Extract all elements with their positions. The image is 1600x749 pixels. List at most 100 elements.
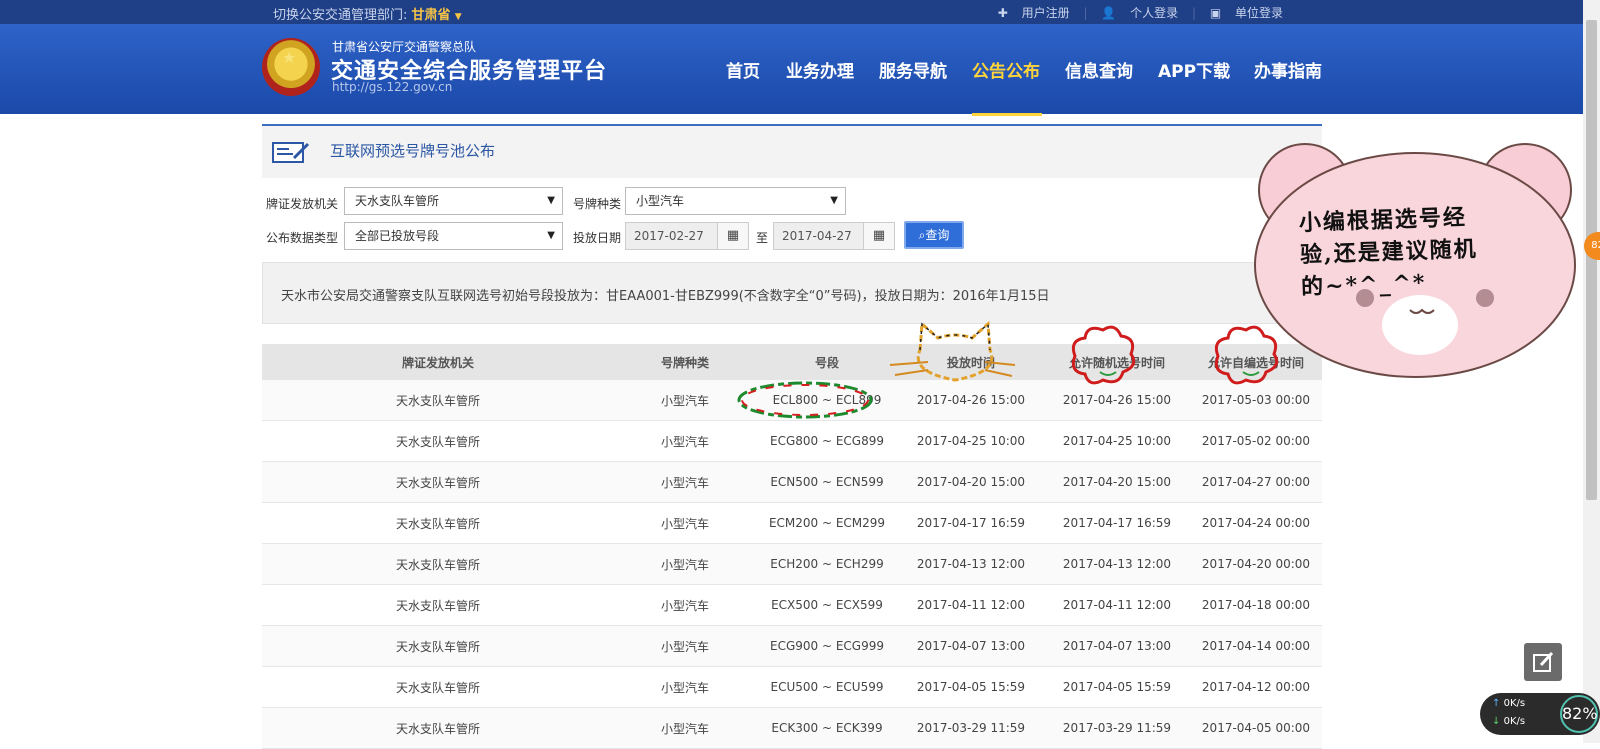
plate-type-label: 号牌种类 xyxy=(573,197,622,211)
cell-range: ECH200 ~ ECH299 xyxy=(770,557,884,571)
scrollbar-thumb[interactable] xyxy=(1586,20,1597,500)
cell-range: ECG800 ~ ECG899 xyxy=(769,434,884,448)
police-emblem-logo: ★ xyxy=(262,38,320,96)
cell-range: ECN500 ~ ECN599 xyxy=(770,475,884,489)
cell-authority: 天水支队车管所 xyxy=(395,721,480,736)
star-icon: ★ xyxy=(282,48,297,67)
separator: | xyxy=(1083,6,1088,20)
cell-custom-time: 2017-04-24 00:00 xyxy=(1201,516,1311,530)
cell-authority: 天水支队车管所 xyxy=(395,598,480,613)
cell-random-time: 2017-04-07 13:00 xyxy=(1062,639,1172,653)
table-body: 天水支队车管所 小型汽车 ECL800 ~ ECL899 2017-04-26 15:… xyxy=(262,380,1322,749)
col-authority: 牌证发放机关 xyxy=(401,355,474,370)
col-range: 号段 xyxy=(814,355,839,370)
cell-custom-time: 2017-05-03 00:00 xyxy=(1201,393,1311,407)
date-to-label: 至 xyxy=(756,231,769,245)
authority-select[interactable]: 天水支队车管所 ▼ xyxy=(344,187,563,215)
calendar-icon[interactable]: ▦ xyxy=(717,223,748,249)
cell-random-time: 2017-04-11 12:00 xyxy=(1062,598,1172,612)
authority-value: 天水支队车管所 xyxy=(355,194,440,208)
cell-plate-type: 小型汽车 xyxy=(660,639,709,654)
dropdown-arrow-icon: ▼ xyxy=(830,195,838,206)
cell-random-time: 2017-03-29 11:59 xyxy=(1062,721,1172,735)
table-row: 天水支队车管所 小型汽车 ECM200 ~ ECM299 2017-04-17 16:… xyxy=(262,503,1322,544)
cell-random-time: 2017-04-05 15:59 xyxy=(1062,680,1172,694)
date-to-input[interactable]: 2017-04-27 ▦ xyxy=(773,222,895,250)
query-button[interactable]: ⌕查询 xyxy=(904,221,964,249)
notice-box: 天水市公安局交通警察支队互联网选号初始号段投放为：甘EAA001-甘EBZ999… xyxy=(262,262,1322,324)
personal-login-link[interactable]: 👤 个人登录 xyxy=(1101,6,1178,20)
cell-custom-time: 2017-04-20 00:00 xyxy=(1201,557,1311,571)
cell-plate-type: 小型汽车 xyxy=(660,393,709,408)
edit-icon xyxy=(1533,651,1554,672)
cell-authority: 天水支队车管所 xyxy=(395,475,480,490)
nav-business[interactable]: 业务办理 xyxy=(786,57,854,82)
data-type-select[interactable]: 全部已投放号段 ▼ xyxy=(344,222,563,250)
table-row: 天水支队车管所 小型汽车 ECN500 ~ ECN599 2017-04-20 15:… xyxy=(262,462,1322,503)
cell-release-time: 2017-04-20 15:00 xyxy=(916,475,1026,489)
plate-type-value: 小型汽车 xyxy=(636,194,685,208)
date-from-input[interactable]: 2017-02-27 ▦ xyxy=(625,222,749,250)
cell-plate-type: 小型汽车 xyxy=(660,721,709,736)
feedback-button[interactable] xyxy=(1524,643,1562,681)
register-link[interactable]: ✚ 用户注册 xyxy=(998,6,1070,20)
table-row: 天水支队车管所 小型汽车 ECX500 ~ ECX599 2017-04-11 12:… xyxy=(262,585,1322,626)
plate-type-select[interactable]: 小型汽车 ▼ xyxy=(625,187,846,215)
department-value[interactable]: 甘肃省 xyxy=(412,8,451,23)
cell-range: ECL800 ~ ECL899 xyxy=(772,393,882,407)
cell-custom-time: 2017-04-18 00:00 xyxy=(1201,598,1311,612)
table-row: 天水支队车管所 小型汽车 ECG900 ~ ECG999 2017-04-07 13:… xyxy=(262,626,1322,667)
cell-plate-type: 小型汽车 xyxy=(660,516,709,531)
cell-plate-type: 小型汽车 xyxy=(660,557,709,572)
notice-text: 天水市公安局交通警察支队互联网选号初始号段投放为：甘EAA001-甘EBZ999… xyxy=(281,289,1050,304)
panel-title: 互联网预选号牌号池公布 xyxy=(330,142,496,160)
memory-percent: 82% xyxy=(1560,695,1598,733)
cell-random-time: 2017-04-26 15:00 xyxy=(1062,393,1172,407)
date-from-value: 2017-02-27 xyxy=(634,229,704,243)
col-plate-type: 号牌种类 xyxy=(660,355,709,370)
cell-authority: 天水支队车管所 xyxy=(395,557,480,572)
cell-release-time: 2017-04-25 10:00 xyxy=(916,434,1026,448)
authority-label: 牌证发放机关 xyxy=(266,197,339,211)
nav-info-query[interactable]: 信息查询 xyxy=(1065,57,1133,82)
download-speed: ↓ 0K/s xyxy=(1492,716,1526,727)
nav-home[interactable]: 首页 xyxy=(726,57,760,82)
account-links: ✚ 用户注册 | 👤 个人登录 | ▣ 单位登录 xyxy=(988,4,1283,21)
cell-custom-time: 2017-04-14 00:00 xyxy=(1201,639,1311,653)
cell-authority: 天水支队车管所 xyxy=(395,434,480,449)
nav-announcements[interactable]: 公告公布 xyxy=(972,57,1040,82)
table-header: 牌证发放机关 号牌种类 号段 投放时间 允许随机选号时间 允许自编选号时间 xyxy=(262,344,1322,380)
cell-release-time: 2017-04-05 15:59 xyxy=(916,680,1026,694)
dropdown-arrow-icon: ▼ xyxy=(547,195,555,206)
cell-range: ECU500 ~ ECU599 xyxy=(770,680,884,694)
date-label: 投放日期 xyxy=(573,231,622,245)
nav-service-guide[interactable]: 服务导航 xyxy=(879,57,947,82)
cell-plate-type: 小型汽车 xyxy=(660,434,709,449)
date-to-value: 2017-04-27 xyxy=(782,229,852,243)
nav-active-underline xyxy=(972,113,1042,116)
cell-range: ECG900 ~ ECG999 xyxy=(769,639,884,653)
cell-release-time: 2017-04-17 16:59 xyxy=(916,516,1026,530)
cell-random-time: 2017-04-20 15:00 xyxy=(1062,475,1172,489)
nav-app-download[interactable]: APP下载 xyxy=(1158,57,1230,82)
table-row: 天水支队车管所 小型汽车 ECL800 ~ ECL899 2017-04-26 15:… xyxy=(262,380,1322,421)
cell-random-time: 2017-04-25 10:00 xyxy=(1062,434,1172,448)
cell-custom-time: 2017-04-12 00:00 xyxy=(1201,680,1311,694)
caret-down-icon[interactable]: ▼ xyxy=(455,12,462,22)
top-bar: 切换公安交通管理部门: 甘肃省 ▼ ✚ 用户注册 | 👤 个人登录 | ▣ 单位… xyxy=(0,0,1583,24)
nav-guide[interactable]: 办事指南 xyxy=(1254,57,1322,82)
cell-random-time: 2017-04-17 16:59 xyxy=(1062,516,1172,530)
cell-plate-type: 小型汽车 xyxy=(660,598,709,613)
calendar-icon[interactable]: ▦ xyxy=(863,223,894,249)
brand-url: http://gs.122.gov.cn xyxy=(332,80,453,94)
cell-range: ECK300 ~ ECK399 xyxy=(771,721,883,735)
department-switcher[interactable]: 切换公安交通管理部门: 甘肃省 ▼ xyxy=(273,4,462,23)
separator: | xyxy=(1191,6,1196,20)
unit-login-link[interactable]: ▣ 单位登录 xyxy=(1210,6,1283,20)
cell-range: ECX500 ~ ECX599 xyxy=(771,598,883,612)
col-release-time: 投放时间 xyxy=(946,355,995,370)
cell-custom-time: 2017-04-27 00:00 xyxy=(1201,475,1311,489)
data-type-value: 全部已投放号段 xyxy=(355,229,440,243)
network-speed-widget[interactable]: ↑ 0K/s ↓ 0K/s 82% xyxy=(1480,693,1600,735)
data-type-label: 公布数据类型 xyxy=(266,231,339,245)
